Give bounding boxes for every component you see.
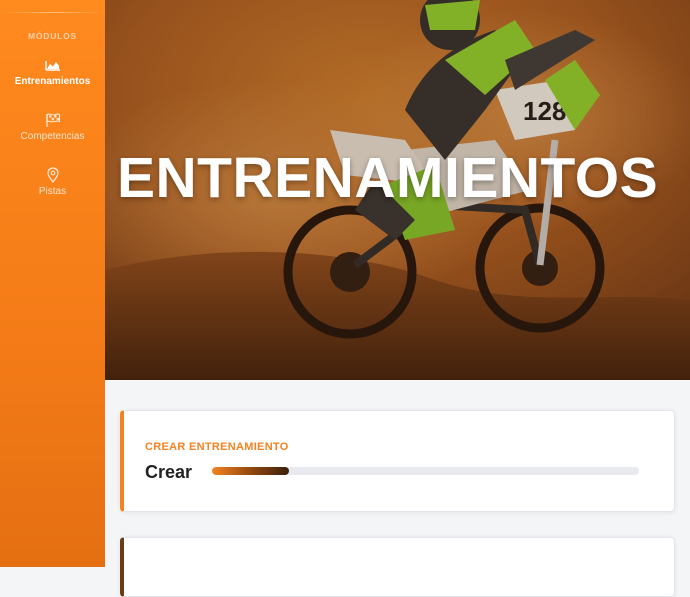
sidebar-item-pistas[interactable]: Pistas	[0, 167, 105, 197]
create-training-card: CREAR ENTRENAMIENTO Crear	[120, 410, 675, 512]
sidebar: MÓDULOS Entrenamientos Competencias Pist…	[0, 0, 105, 567]
progress-bar-fill	[212, 467, 289, 475]
area-chart-icon	[44, 61, 60, 71]
secondary-card	[120, 537, 675, 597]
card-title: Crear	[145, 462, 193, 482]
progress-bar	[212, 467, 639, 475]
sidebar-item-label: Pistas	[38, 186, 67, 197]
sidebar-divider	[0, 12, 105, 13]
sidebar-section-label: MÓDULOS	[27, 31, 78, 41]
sidebar-item-entrenamientos[interactable]: Entrenamientos	[0, 57, 105, 87]
sidebar-item-competencias[interactable]: Competencias	[0, 112, 105, 142]
page-title: ENTRENAMIENTOS	[117, 146, 659, 210]
checkered-flag-icon	[45, 113, 60, 127]
hero-banner: 128 ENTRENAMIENTOS	[105, 0, 690, 380]
sidebar-item-label: Competencias	[20, 131, 85, 142]
sidebar-item-label: Entrenamientos	[14, 76, 91, 87]
map-pin-icon	[46, 167, 59, 183]
card-subtitle: CREAR ENTRENAMIENTO	[145, 441, 289, 453]
